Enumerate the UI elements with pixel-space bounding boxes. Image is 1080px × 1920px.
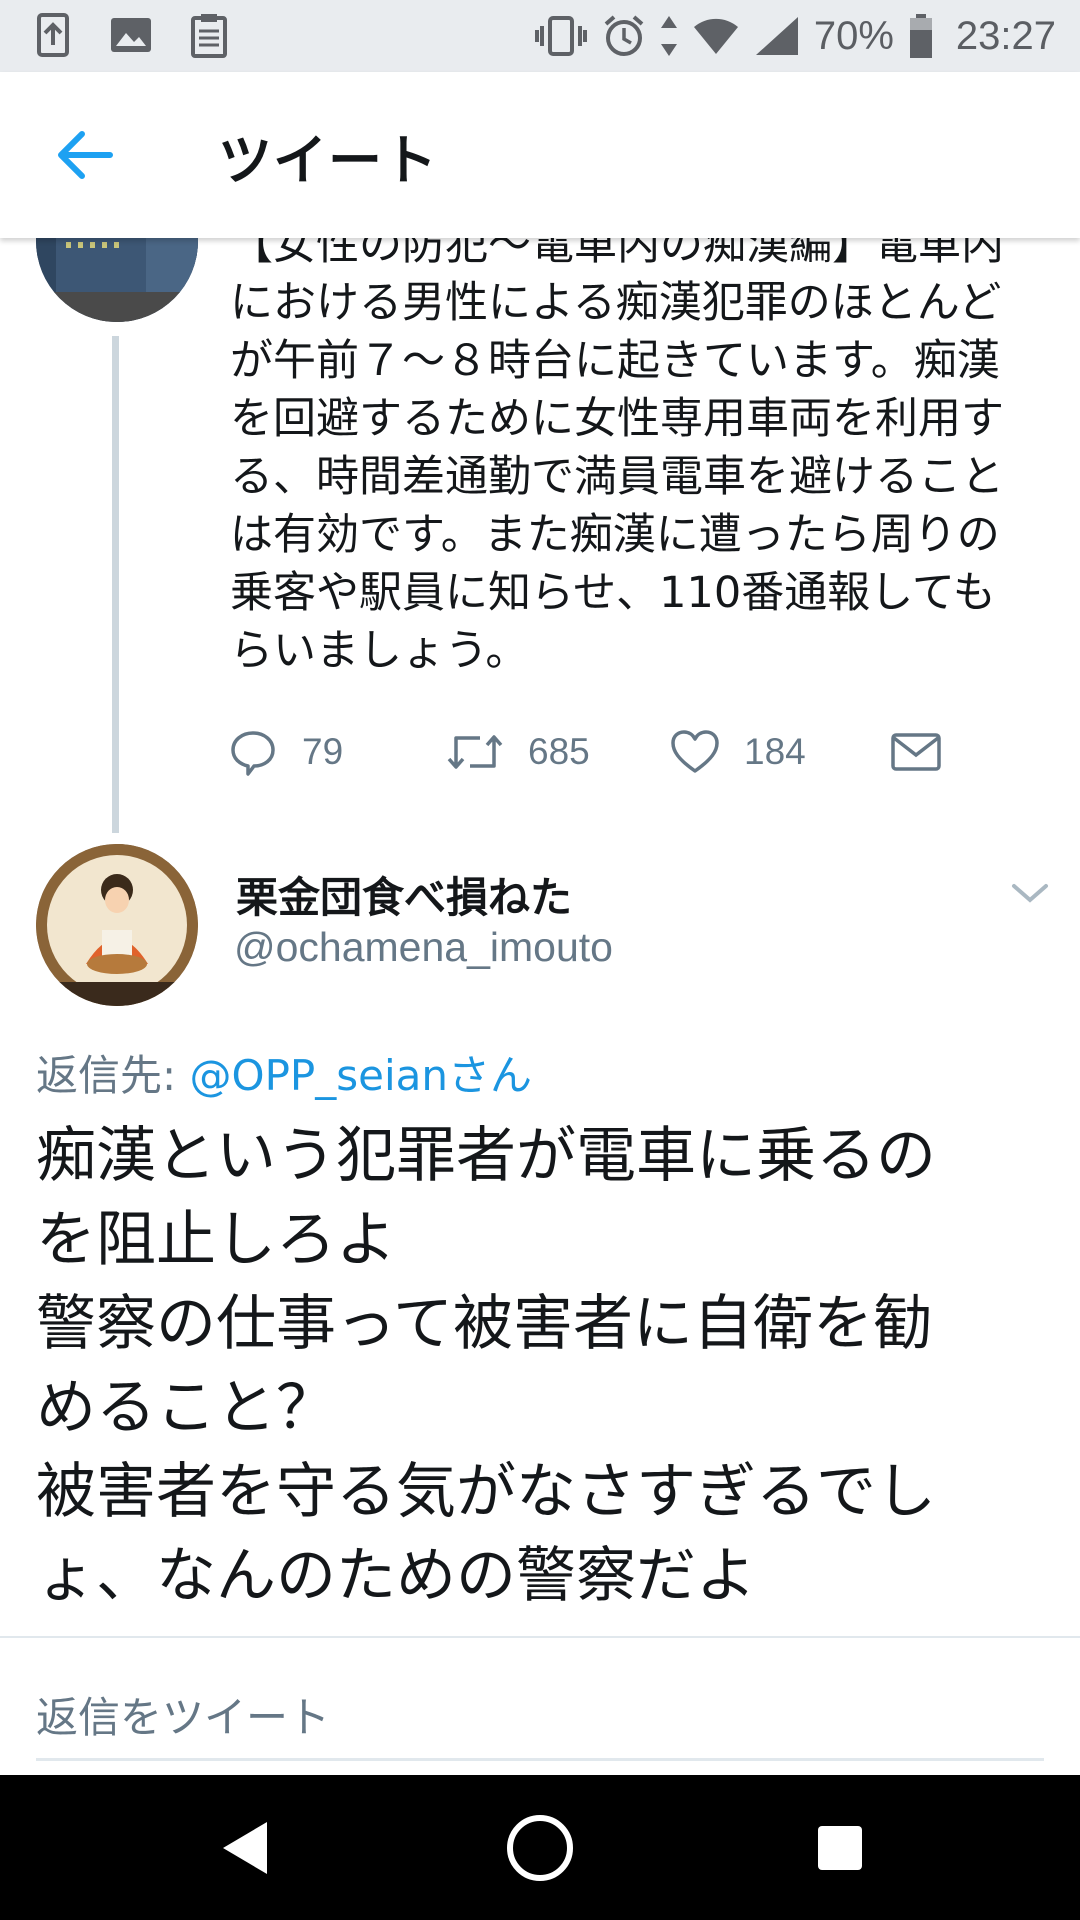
data-arrows-icon [660, 16, 677, 56]
battery-percent: 70% [813, 13, 894, 58]
status-bar-left [30, 12, 232, 58]
parent-tweet-text: 【女性の防犯〜電車内の痴漢編】電車内 における男性による痴漢犯罪のほとんど が午… [230, 238, 1004, 676]
clock: 23:27 [955, 13, 1056, 58]
building-photo [36, 238, 198, 322]
reply-label: 返信先: [36, 1051, 190, 1100]
retweet-count: 685 [528, 731, 590, 772]
divider [0, 1636, 1080, 1638]
retweet-icon [447, 735, 503, 769]
back-arrow-icon[interactable] [52, 122, 118, 188]
like-action[interactable]: 184 [670, 722, 806, 782]
nav-recents-icon [818, 1825, 862, 1870]
navigation-bar [0, 1775, 1080, 1920]
nav-recents-button[interactable] [800, 1775, 880, 1920]
vibrate-icon [534, 16, 587, 56]
nav-home-icon [507, 1814, 573, 1881]
reply-input[interactable]: 返信をツイート [36, 1684, 330, 1745]
nav-back-icon [223, 1821, 267, 1874]
nav-back-button[interactable] [200, 1775, 290, 1920]
alarm-icon [604, 15, 644, 56]
status-bar: 70% 23:27 [0, 0, 1080, 72]
reply-count: 79 [302, 731, 344, 772]
reply-context: 返信先: @OPP_seianさん [36, 1042, 532, 1103]
heart-icon [671, 730, 719, 773]
direct-message-action[interactable] [890, 722, 942, 782]
tweet-text: 痴漢という犯罪者が電車に乗るの を阻止しろよ 警察の仕事って被害者に自衛を勧 め… [36, 1121, 936, 1611]
author-handle[interactable]: @ochamena_imouto [234, 924, 613, 971]
signal-icon [755, 17, 798, 55]
image-icon [111, 18, 151, 52]
reply-icon [231, 731, 275, 776]
reply-action[interactable]: 79 [228, 722, 343, 782]
parent-avatar[interactable] [36, 238, 198, 322]
upload-icon [37, 13, 69, 57]
author-avatar[interactable] [36, 844, 198, 1006]
envelope-icon [891, 733, 941, 771]
battery-icon [909, 14, 932, 58]
retweet-action[interactable]: 685 [446, 722, 590, 782]
tweet-detail: 【女性の防犯〜電車内の痴漢編】電車内 における男性による痴漢犯罪のほとんど が午… [0, 238, 1080, 1775]
author-name[interactable]: 栗金団食べ損ねた [236, 864, 572, 925]
avatar-illustration [36, 844, 198, 1006]
reply-input-underline [36, 1758, 1044, 1761]
tweet-actions: 79 685 184 [228, 722, 958, 782]
status-bar-right: 70% 23:27 [534, 10, 1056, 62]
reply-handle-link[interactable]: @OPP_seianさん [190, 1051, 532, 1100]
thread-line [112, 336, 119, 833]
like-count: 184 [744, 731, 806, 772]
nav-home-button[interactable] [494, 1775, 586, 1920]
chevron-down-icon[interactable] [1008, 878, 1052, 908]
clipboard-icon [191, 14, 227, 58]
wifi-icon [693, 18, 738, 55]
page-title: ツイート [218, 129, 438, 192]
app-bar: ツイート [0, 72, 1080, 238]
